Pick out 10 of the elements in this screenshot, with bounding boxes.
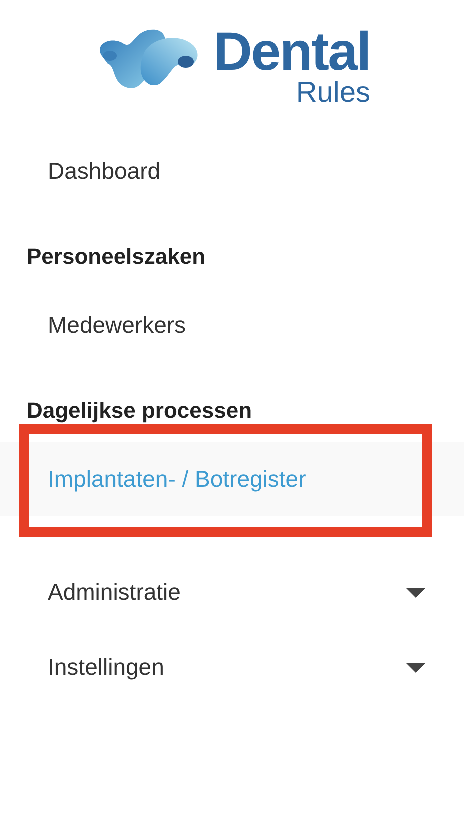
dropdown-menu[interactable]: Instellingen (0, 630, 464, 705)
nav-link[interactable]: Medewerkers (0, 288, 464, 363)
caret-icon (406, 588, 426, 598)
logo-title: Dental (214, 24, 370, 80)
nav-link[interactable]: Dashboard (0, 134, 464, 209)
section-heading: Dagelijkse processen (27, 397, 252, 425)
dropdown-menu[interactable]: Administratie (0, 555, 464, 630)
section-heading: Personeelszaken (27, 243, 206, 271)
logo-subtitle: Rules (296, 78, 370, 108)
caret-icon (406, 662, 426, 672)
